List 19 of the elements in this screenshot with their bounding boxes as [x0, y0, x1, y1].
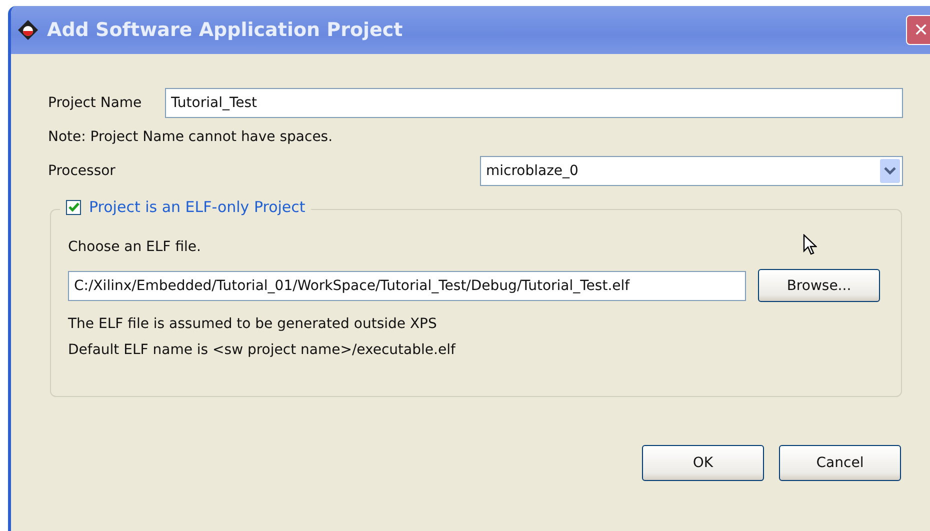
choose-file-label: Choose an ELF file. — [68, 239, 201, 255]
app-icon — [17, 19, 39, 41]
check-icon — [68, 201, 80, 213]
elf-path-field[interactable]: C:/Xilinx/Embedded/Tutorial_01/WorkSpace/Tutorial_Test/Debug/Tutorial_Test.elf — [68, 270, 746, 300]
project-name-field[interactable]: Tutorial_Test — [165, 88, 903, 118]
checkbox[interactable] — [66, 200, 81, 214]
processor-dropdown[interactable]: microblaze_0 — [480, 156, 903, 186]
info-text: Default ELF name is <sw project name>/executable.elf — [68, 342, 457, 358]
project-name-label: Project Name — [48, 95, 143, 111]
window-title: Add Software Application Project — [47, 19, 403, 41]
info-text: The ELF file is assumed to be generated outside XPS — [68, 316, 438, 332]
cancel-button[interactable]: Cancel — [779, 445, 901, 481]
mouse-cursor-icon — [803, 234, 817, 256]
processor-label: Processor — [48, 163, 116, 179]
browse-button[interactable]: Browse... — [758, 269, 880, 302]
ok-button[interactable]: OK — [642, 445, 764, 481]
checkbox-label[interactable]: Project is an ELF-only Project — [89, 198, 306, 216]
close-button[interactable]: ✕ — [906, 15, 930, 45]
note-text: Note: Project Name cannot have spaces. — [48, 129, 334, 145]
